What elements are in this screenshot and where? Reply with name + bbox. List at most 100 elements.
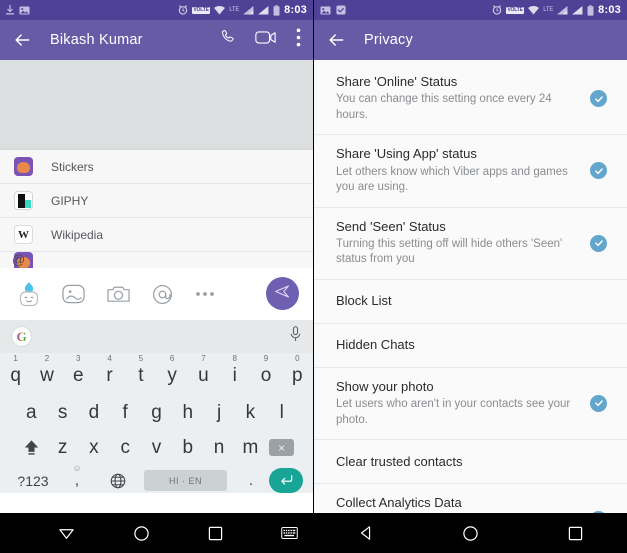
space-key[interactable]: HI · EN xyxy=(144,470,227,491)
dual-screenshot: VOLTE LTE 8:03 Bikash Kumar Stickers GIP… xyxy=(0,0,627,553)
key-x[interactable]: x xyxy=(78,437,109,459)
key-q[interactable]: 1q xyxy=(0,354,31,387)
overflow-menu-icon[interactable] xyxy=(296,28,301,52)
mention-icon[interactable] xyxy=(152,284,173,305)
more-options-icon[interactable] xyxy=(195,291,215,297)
key-c[interactable]: c xyxy=(110,437,141,459)
key-o[interactable]: 9o xyxy=(250,354,281,387)
sticker-icon[interactable] xyxy=(18,281,40,307)
setting-subtitle: You can change this setting once every 2… xyxy=(336,93,552,121)
key-u[interactable]: 7u xyxy=(188,354,219,387)
list-item[interactable]: GIPHY xyxy=(0,184,313,218)
google-g-icon[interactable]: G xyxy=(12,327,31,346)
setting-text: Share 'Using App' status Let others know… xyxy=(336,146,590,195)
alarm-icon xyxy=(492,5,502,15)
camera-icon[interactable] xyxy=(107,284,130,304)
backspace-icon[interactable]: × xyxy=(266,439,297,456)
setting-title: Share 'Online' Status xyxy=(336,74,458,89)
setting-text: Send 'Seen' Status Turning this setting … xyxy=(336,219,590,268)
list-item[interactable] xyxy=(0,252,313,268)
key-t[interactable]: 5t xyxy=(125,354,156,387)
key-n[interactable]: n xyxy=(203,437,234,459)
message-composer: @ xyxy=(0,252,313,320)
alarm-icon xyxy=(178,5,188,15)
check-icon[interactable] xyxy=(590,90,607,108)
check-icon[interactable] xyxy=(590,394,607,412)
key-a[interactable]: a xyxy=(16,402,47,424)
keyboard-dismiss-icon[interactable] xyxy=(58,525,75,542)
setting-row-block-list[interactable]: Block List xyxy=(314,280,627,324)
keyboard-row-3: z x c v b n m × xyxy=(0,431,313,464)
key-s[interactable]: s xyxy=(47,402,78,424)
home-icon[interactable] xyxy=(133,525,150,542)
home-icon[interactable] xyxy=(462,525,479,542)
chat-extensions-list: Stickers GIPHY W Wikipedia xyxy=(0,149,313,268)
signal-icon xyxy=(243,5,254,15)
keyboard-row-2: a s d f g h j k l xyxy=(0,395,313,431)
list-item[interactable]: Stickers xyxy=(0,150,313,184)
key-f[interactable]: f xyxy=(110,402,141,424)
key-l[interactable]: l xyxy=(266,402,297,424)
microphone-icon[interactable] xyxy=(290,326,301,347)
emoji-icon[interactable] xyxy=(62,284,85,304)
setting-row-show-your-photo[interactable]: Show your photo Let users who aren't in … xyxy=(314,368,627,441)
volte-badge: VOLTE xyxy=(191,6,211,14)
setting-title: Hidden Chats xyxy=(336,337,415,353)
lte-label: LTE xyxy=(229,7,240,13)
keyboard-switch-icon[interactable] xyxy=(281,527,298,539)
keyboard-suggestion-bar: G xyxy=(0,320,313,353)
key-p[interactable]: 0p xyxy=(282,354,313,387)
setting-row-clear-trusted-contacts[interactable]: Clear trusted contacts xyxy=(314,440,627,485)
comma-key[interactable]: ☺, xyxy=(56,463,98,489)
symbols-key[interactable]: ?123 xyxy=(10,473,56,489)
keyboard-row-1: 1q 2w 3e 4r 5t 6y 7u 8i 9o 0p xyxy=(0,354,313,395)
setting-text: Block List xyxy=(336,293,590,309)
privacy-settings-screen: VOLTE LTE 8:03 Privacy Share 'Online' St… xyxy=(313,0,627,553)
back-arrow-icon[interactable] xyxy=(12,30,32,50)
back-arrow-icon[interactable] xyxy=(326,30,346,50)
setting-title: Block List xyxy=(336,293,392,309)
list-item[interactable]: W Wikipedia xyxy=(0,218,313,252)
signal-icon xyxy=(557,5,568,15)
recents-icon[interactable] xyxy=(568,526,583,541)
setting-row-send-seen-status[interactable]: Send 'Seen' Status Turning this setting … xyxy=(314,208,627,280)
shift-icon[interactable] xyxy=(16,438,47,457)
key-k[interactable]: k xyxy=(235,402,266,424)
key-e[interactable]: 3e xyxy=(63,354,94,387)
key-b[interactable]: b xyxy=(172,437,203,459)
page-title: Bikash Kumar xyxy=(50,32,143,48)
period-key[interactable]: . xyxy=(233,472,269,489)
key-z[interactable]: z xyxy=(47,437,78,459)
check-icon[interactable] xyxy=(590,234,607,252)
send-button[interactable] xyxy=(266,277,299,310)
globe-icon[interactable] xyxy=(98,473,138,489)
key-g[interactable]: g xyxy=(141,402,172,424)
image-icon xyxy=(19,6,30,15)
key-y[interactable]: 6y xyxy=(157,354,188,387)
list-item-label: GIPHY xyxy=(51,193,89,208)
setting-row-share-using-app-status[interactable]: Share 'Using App' status Let others know… xyxy=(314,135,627,208)
download-icon xyxy=(6,5,14,15)
key-m[interactable]: m xyxy=(235,437,266,459)
privacy-app-bar: Privacy xyxy=(314,20,627,60)
send-icon xyxy=(274,283,291,305)
key-r[interactable]: 4r xyxy=(94,354,125,387)
recents-icon[interactable] xyxy=(208,526,223,541)
check-icon[interactable] xyxy=(590,162,607,180)
stickers-avatar-icon xyxy=(14,157,33,176)
key-w[interactable]: 2w xyxy=(31,354,62,387)
key-h[interactable]: h xyxy=(172,402,203,424)
back-icon[interactable] xyxy=(358,525,374,541)
setting-row-share-online-status[interactable]: Share 'Online' Status You can change thi… xyxy=(314,63,627,136)
key-v[interactable]: v xyxy=(141,437,172,459)
chat-actions xyxy=(219,28,301,52)
key-d[interactable]: d xyxy=(78,402,109,424)
video-camera-icon[interactable] xyxy=(255,28,279,52)
key-i[interactable]: 8i xyxy=(219,354,250,387)
enter-icon[interactable] xyxy=(269,468,303,493)
setting-subtitle: Let others know which Viber apps and gam… xyxy=(336,165,568,194)
setting-row-hidden-chats[interactable]: Hidden Chats xyxy=(314,324,627,368)
phone-icon[interactable] xyxy=(219,28,238,52)
key-j[interactable]: j xyxy=(203,402,234,424)
setting-text: Hidden Chats xyxy=(336,337,590,353)
